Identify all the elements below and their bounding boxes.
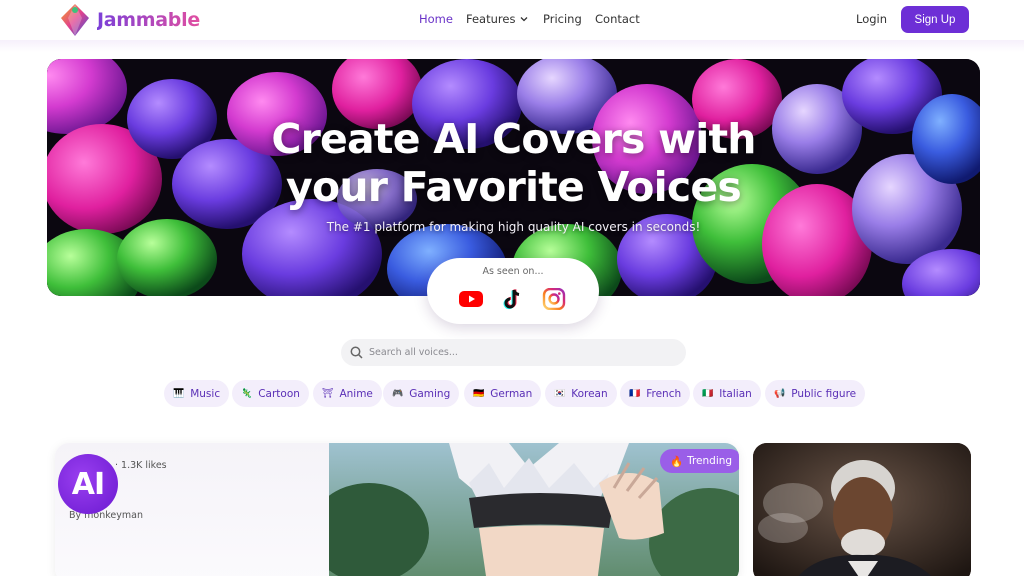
- chip-german[interactable]: 🇩🇪 German: [464, 380, 542, 407]
- torii-gate-icon: ⛩: [322, 388, 334, 399]
- chip-label: Italian: [719, 387, 752, 400]
- chip-public-figure[interactable]: 📢 Public figure: [765, 380, 866, 407]
- voice-search-bar[interactable]: [341, 339, 686, 366]
- hero-title-line-1: Create AI Covers with: [271, 115, 756, 163]
- megaphone-icon: 📢: [774, 388, 786, 399]
- brand-name: Jammable: [97, 9, 200, 31]
- chip-music[interactable]: 🎹 Music: [164, 380, 230, 407]
- nav-pricing-link[interactable]: Pricing: [543, 12, 582, 26]
- germany-flag-icon: 🇩🇪: [473, 388, 485, 399]
- likes-count: · 1.3K likes: [115, 460, 167, 471]
- trending-badge: 🔥 Trending: [660, 449, 739, 473]
- logo-icon: [61, 4, 89, 36]
- chip-cartoon[interactable]: 🦎 Cartoon: [232, 380, 309, 407]
- chip-label: Korean: [571, 387, 608, 400]
- chip-korean[interactable]: 🇰🇷 Korean: [545, 380, 617, 407]
- as-seen-on-badge: As seen on...: [427, 258, 599, 324]
- signup-button[interactable]: Sign Up: [901, 6, 969, 33]
- chevron-down-icon: [520, 17, 528, 22]
- italy-flag-icon: 🇮🇹: [702, 388, 714, 399]
- nav-features-label: Features: [466, 12, 516, 26]
- chip-label: German: [490, 387, 533, 400]
- piano-icon: 🎹: [173, 388, 185, 399]
- nav-shadow: [0, 40, 1024, 52]
- search-icon: [350, 346, 363, 359]
- chip-french[interactable]: 🇫🇷 French: [620, 380, 691, 407]
- youtube-icon[interactable]: [459, 288, 483, 310]
- chip-gaming[interactable]: 🎮 Gaming: [383, 380, 460, 407]
- search-input[interactable]: [369, 347, 669, 358]
- korea-flag-icon: 🇰🇷: [554, 388, 566, 399]
- tiktok-icon[interactable]: [501, 288, 525, 310]
- chip-italian[interactable]: 🇮🇹 Italian: [693, 380, 761, 407]
- chip-label: Anime: [339, 387, 373, 400]
- portrait-image: [753, 443, 971, 576]
- trending-label: Trending: [687, 455, 733, 467]
- chip-label: Cartoon: [258, 387, 300, 400]
- lizard-icon: 🦎: [241, 388, 253, 399]
- france-flag-icon: 🇫🇷: [629, 388, 641, 399]
- featured-voice-card[interactable]: · 1.3K likes By monkeyman AI 🔥 Trending: [55, 443, 739, 576]
- instagram-icon[interactable]: [542, 288, 566, 310]
- chip-label: Public figure: [791, 387, 857, 400]
- chip-label: Gaming: [409, 387, 451, 400]
- fire-icon: 🔥: [670, 455, 684, 468]
- chip-anime[interactable]: ⛩ Anime: [313, 380, 382, 407]
- hero-title: Create AI Covers with your Favorite Voic…: [47, 115, 980, 211]
- brand-logo[interactable]: Jammable: [57, 2, 200, 38]
- login-link[interactable]: Login: [856, 12, 887, 26]
- chip-label: Music: [190, 387, 221, 400]
- nav-features-dropdown[interactable]: Features: [466, 12, 528, 26]
- ai-avatar[interactable]: AI: [58, 454, 118, 514]
- nav-contact-link[interactable]: Contact: [595, 12, 640, 26]
- nav-home-link[interactable]: Home: [419, 12, 453, 26]
- gamepad-icon: 🎮: [392, 388, 404, 399]
- hero-subtitle: The #1 platform for making high quality …: [326, 220, 701, 234]
- hero-title-line-2: your Favorite Voices: [286, 163, 742, 211]
- as-seen-on-label: As seen on...: [482, 266, 544, 277]
- voice-card[interactable]: [753, 443, 971, 576]
- chip-label: French: [646, 387, 682, 400]
